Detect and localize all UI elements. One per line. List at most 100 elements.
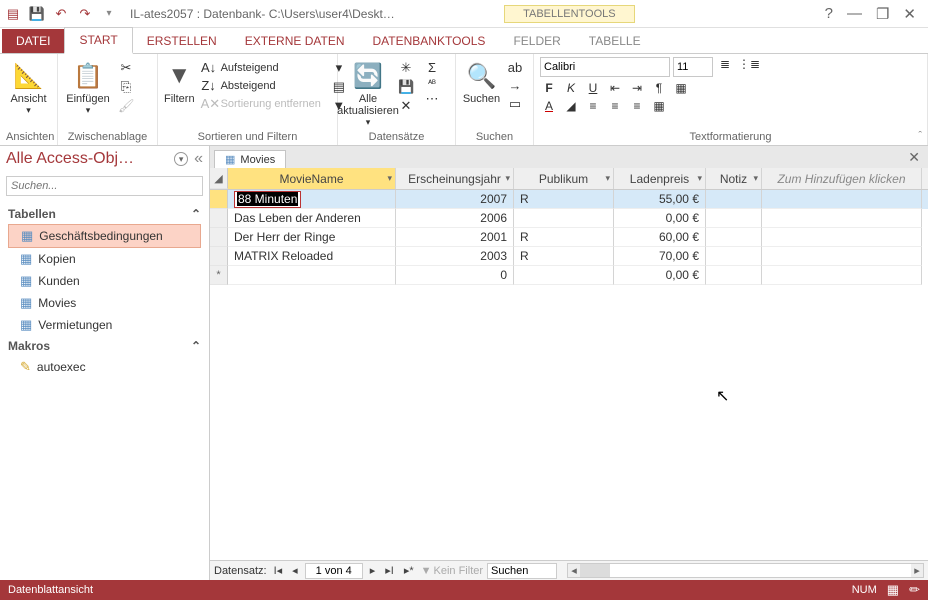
- tab-felder[interactable]: FELDER: [499, 29, 574, 53]
- cell-price[interactable]: 70,00 €: [614, 247, 706, 266]
- table-row[interactable]: Der Herr der Ringe 2001 R 60,00 €: [210, 228, 928, 247]
- minimize-icon[interactable]: —: [847, 5, 862, 23]
- cell-name[interactable]: [228, 266, 396, 285]
- cell-price[interactable]: 60,00 €: [614, 228, 706, 247]
- indent-dec-icon[interactable]: ⇤: [606, 81, 624, 95]
- cell-editor[interactable]: 88 Minuten: [234, 191, 301, 208]
- datasheet-view-icon[interactable]: ▦: [887, 582, 899, 598]
- find-button[interactable]: 🔍Suchen: [462, 57, 501, 105]
- refresh-all-button[interactable]: 🔄Alle aktualisieren▾: [344, 57, 392, 128]
- restore-icon[interactable]: ❐: [876, 5, 889, 23]
- doc-tab-movies[interactable]: ▦Movies: [214, 150, 286, 168]
- italic-button[interactable]: K: [562, 81, 580, 95]
- numbering-icon[interactable]: ⋮≣: [738, 57, 756, 77]
- cell-add[interactable]: [762, 209, 922, 228]
- tab-datenbanktools[interactable]: DATENBANKTOOLS: [359, 29, 500, 53]
- nav-item-kopien[interactable]: ▦Kopien: [8, 248, 201, 270]
- new-row[interactable]: * 0 0,00 €: [210, 266, 928, 285]
- nav-menu-icon[interactable]: ▾: [174, 152, 188, 166]
- redo-icon[interactable]: ↷: [76, 5, 94, 23]
- cell-note[interactable]: [706, 228, 762, 247]
- cut-button[interactable]: ✂: [114, 59, 138, 77]
- nav-collapse-icon[interactable]: «: [194, 150, 203, 168]
- gridlines-icon[interactable]: ▦: [672, 81, 690, 95]
- scroll-right-icon[interactable]: ▸: [911, 564, 923, 577]
- cell-year[interactable]: 2007: [396, 190, 514, 209]
- fill-color-button[interactable]: ◢: [562, 99, 580, 113]
- format-painter-button[interactable]: 🖌: [114, 97, 138, 115]
- totals-button[interactable]: Σ: [420, 59, 444, 76]
- cell-pub[interactable]: R: [514, 228, 614, 247]
- underline-button[interactable]: U: [584, 81, 602, 95]
- cell-name[interactable]: Das Leben der Anderen: [228, 209, 396, 228]
- qat-more-icon[interactable]: ▾: [100, 5, 118, 23]
- align-left-button[interactable]: ≡: [584, 99, 602, 113]
- row-selector[interactable]: [210, 209, 228, 228]
- cell-year[interactable]: 2001: [396, 228, 514, 247]
- nav-group-macros[interactable]: Makros⌃: [8, 336, 201, 356]
- horizontal-scrollbar[interactable]: ◂ ▸: [567, 563, 924, 578]
- row-selector[interactable]: [210, 228, 228, 247]
- record-search-input[interactable]: [487, 563, 557, 579]
- cell-pub[interactable]: [514, 209, 614, 228]
- nav-search-input[interactable]: [6, 176, 203, 196]
- collapse-ribbon-icon[interactable]: ˆ: [918, 130, 922, 142]
- nav-item-movies[interactable]: ▦Movies: [8, 292, 201, 314]
- nav-item-autoexec[interactable]: ✎autoexec: [8, 356, 201, 378]
- select-button[interactable]: ▭: [503, 95, 527, 113]
- row-selector[interactable]: [210, 190, 228, 209]
- design-view-icon[interactable]: ✏: [909, 582, 920, 598]
- alt-row-color-button[interactable]: ▦: [650, 99, 668, 113]
- save-icon[interactable]: 💾: [28, 5, 46, 23]
- close-icon[interactable]: ✕: [903, 5, 916, 23]
- cell-note[interactable]: [706, 266, 762, 285]
- col-note[interactable]: Notiz▾: [706, 168, 762, 189]
- spelling-button[interactable]: ᴬᴮ: [420, 77, 444, 89]
- cell-pub[interactable]: R: [514, 190, 614, 209]
- align-center-button[interactable]: ≡: [606, 99, 624, 113]
- sort-desc-button[interactable]: Z↓Absteigend: [197, 77, 325, 94]
- indent-inc-icon[interactable]: ⇥: [628, 81, 646, 95]
- col-year[interactable]: Erscheinungsjahr▾: [396, 168, 514, 189]
- record-position-input[interactable]: [305, 563, 363, 579]
- cell-pub[interactable]: [514, 266, 614, 285]
- cell-name[interactable]: 88 Minuten: [228, 190, 396, 209]
- sort-asc-button[interactable]: A↓Aufsteigend: [197, 59, 325, 76]
- tab-file[interactable]: DATEI: [2, 29, 64, 53]
- cell-price[interactable]: 0,00 €: [614, 266, 706, 285]
- align-right-button[interactable]: ≡: [628, 99, 646, 113]
- rtl-icon[interactable]: ¶: [650, 81, 668, 95]
- cell-note[interactable]: [706, 209, 762, 228]
- new-record-nav-button[interactable]: ▸*: [401, 564, 417, 577]
- nav-item-geschaeftsbedingungen[interactable]: ▦Geschäftsbedingungen: [8, 224, 201, 248]
- col-price[interactable]: Ladenpreis▾: [614, 168, 706, 189]
- delete-record-button[interactable]: ✕: [394, 97, 418, 115]
- bold-button[interactable]: F: [540, 81, 558, 95]
- bullets-icon[interactable]: ≣: [716, 57, 734, 77]
- font-name-input[interactable]: [540, 57, 670, 77]
- table-row[interactable]: 88 Minuten 2007 R 55,00 €: [210, 190, 928, 209]
- cell-name[interactable]: Der Herr der Ringe: [228, 228, 396, 247]
- last-record-button[interactable]: ▸I: [382, 564, 397, 577]
- cell-add[interactable]: [762, 266, 922, 285]
- paste-button[interactable]: 📋Einfügen▾: [64, 57, 112, 116]
- table-row[interactable]: MATRIX Reloaded 2003 R 70,00 €: [210, 247, 928, 266]
- dropdown-icon[interactable]: ▾: [753, 173, 758, 184]
- view-button[interactable]: 📐Ansicht▾: [6, 57, 51, 116]
- first-record-button[interactable]: I◂: [271, 564, 286, 577]
- cell-add[interactable]: [762, 228, 922, 247]
- col-add[interactable]: Zum Hinzufügen klicken: [762, 168, 922, 189]
- nav-item-kunden[interactable]: ▦Kunden: [8, 270, 201, 292]
- cell-note[interactable]: [706, 247, 762, 266]
- dropdown-icon[interactable]: ▾: [605, 173, 610, 184]
- cell-price[interactable]: 0,00 €: [614, 209, 706, 228]
- cell-name[interactable]: MATRIX Reloaded: [228, 247, 396, 266]
- more-button[interactable]: ⋯: [420, 90, 444, 108]
- help-icon[interactable]: ?: [825, 5, 833, 23]
- nav-group-tables[interactable]: Tabellen⌃: [8, 204, 201, 224]
- copy-button[interactable]: ⎘: [114, 78, 138, 96]
- doc-close-icon[interactable]: ✕: [908, 149, 920, 166]
- font-size-input[interactable]: [673, 57, 713, 77]
- select-all-corner[interactable]: ◢: [210, 168, 228, 189]
- cell-add[interactable]: [762, 247, 922, 266]
